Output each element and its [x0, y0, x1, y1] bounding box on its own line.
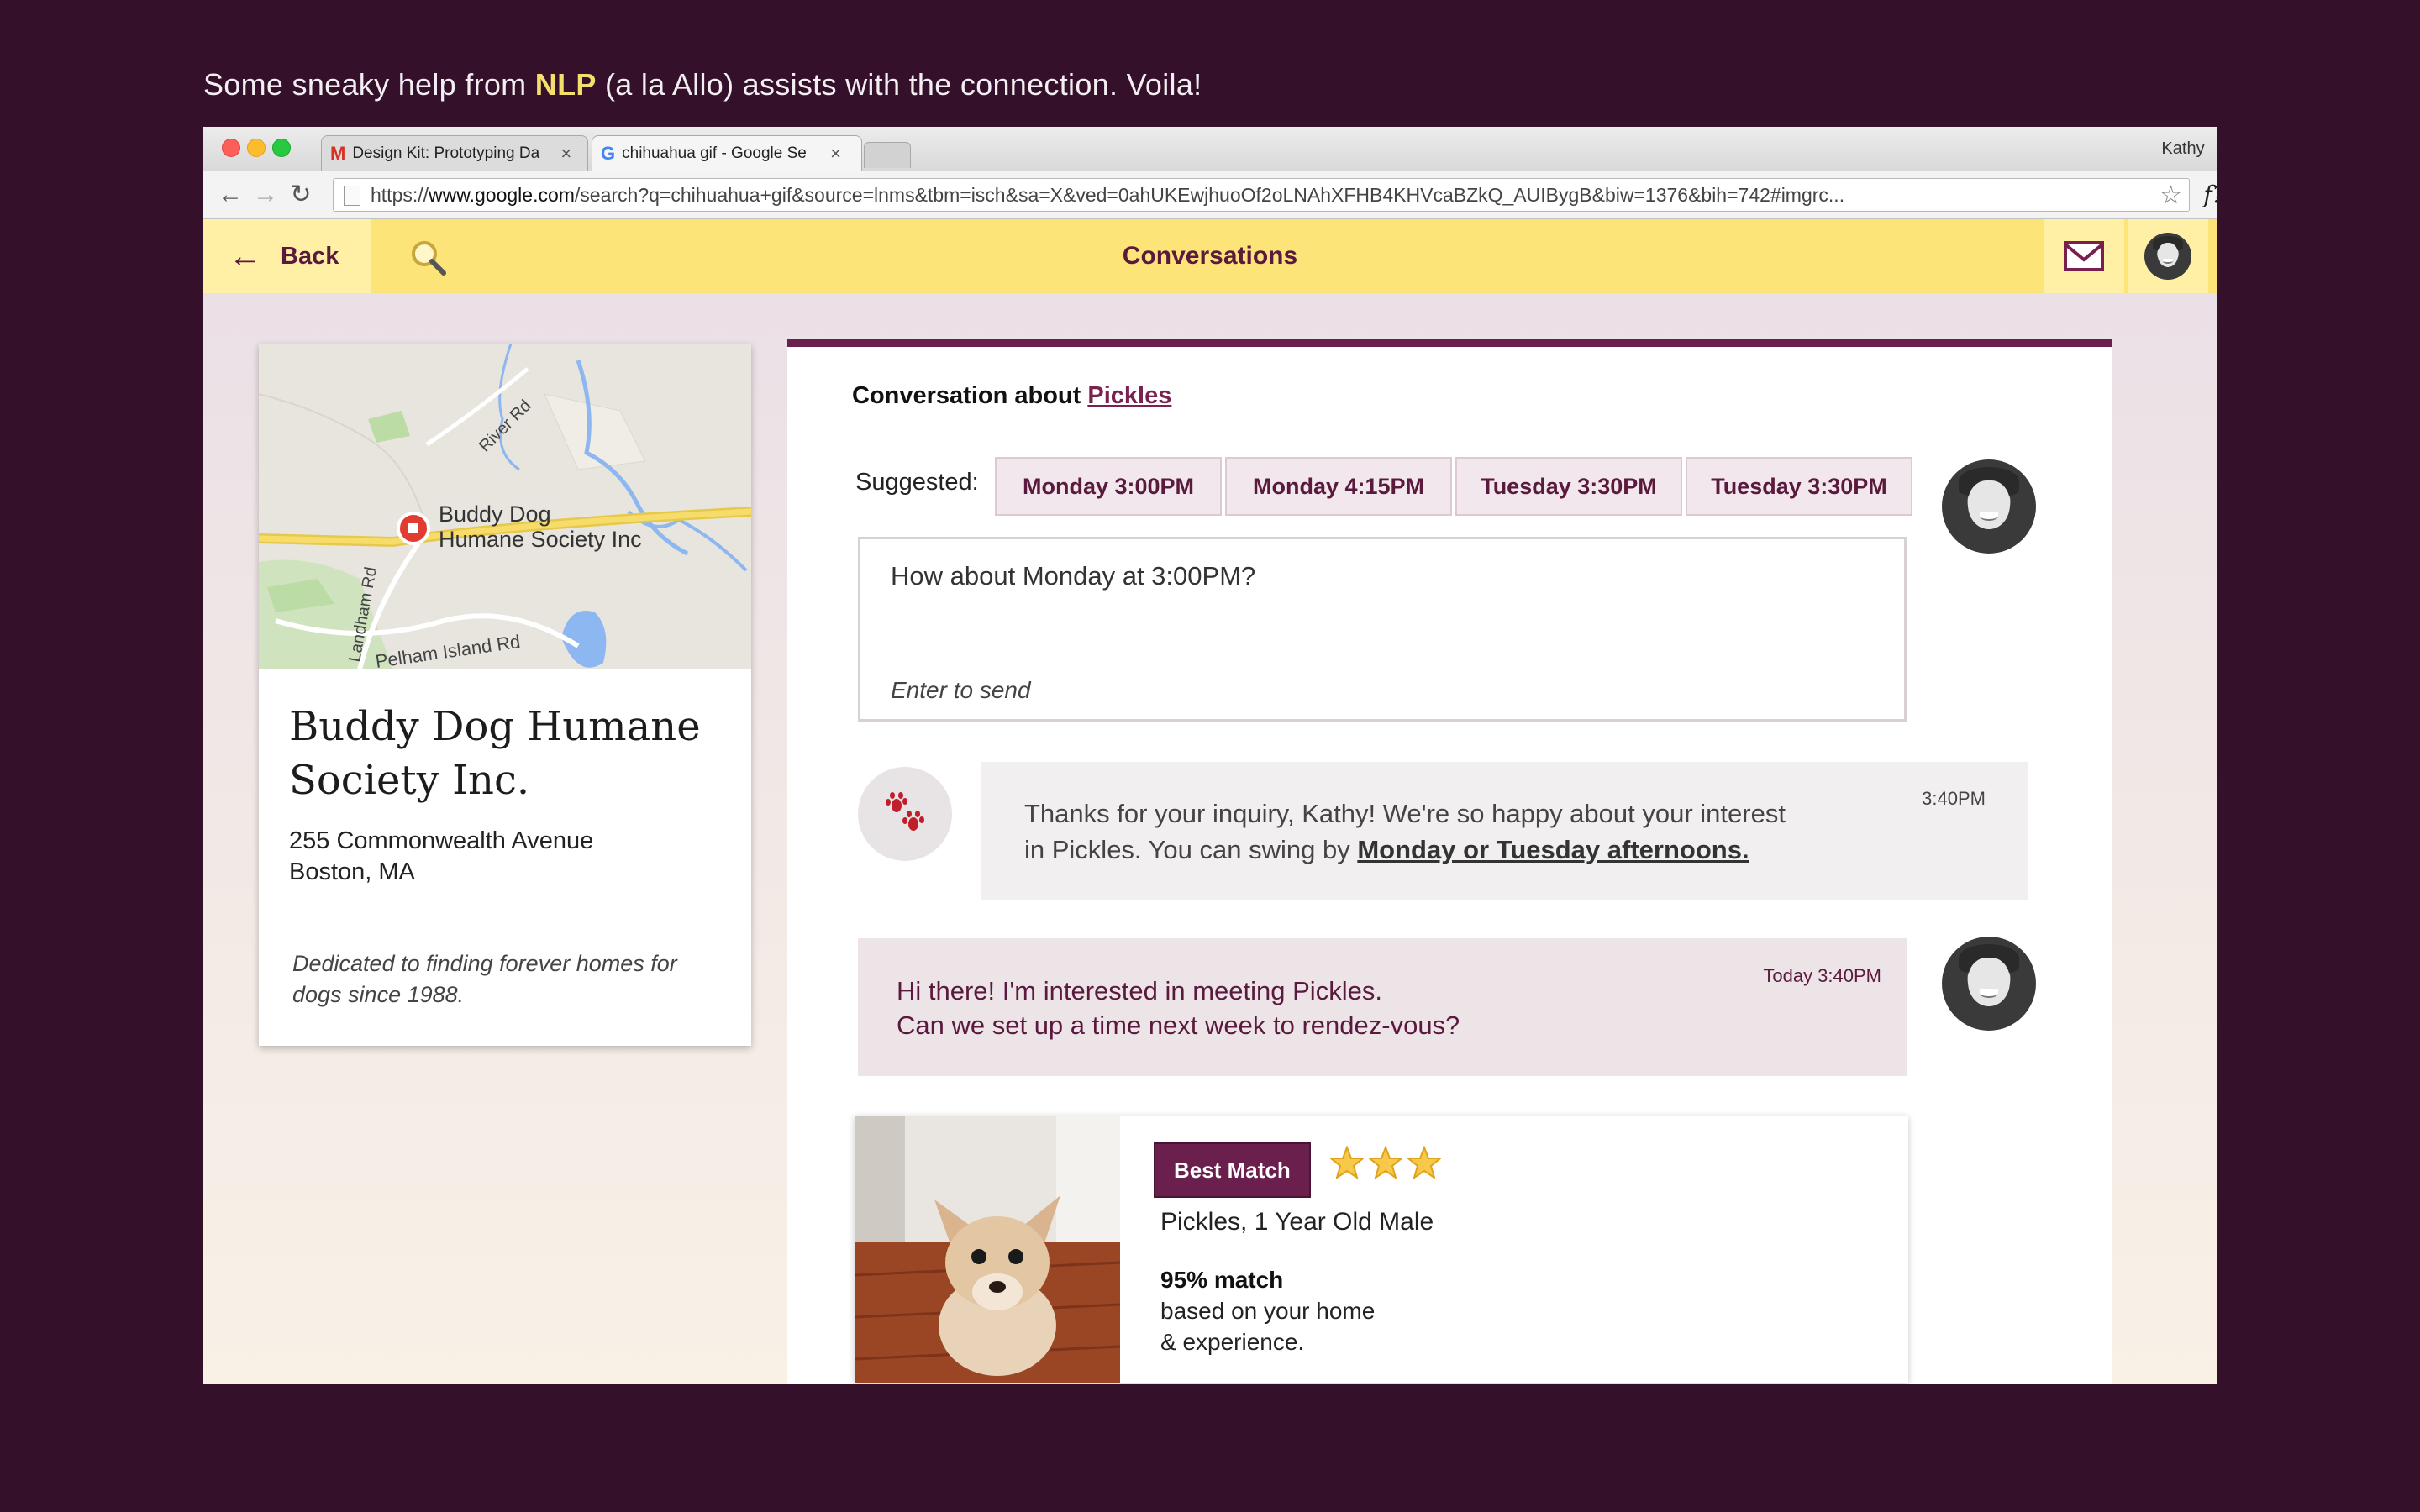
- address-city: Boston, MA: [289, 858, 415, 885]
- url-path: /search?q=chihuahua+gif&source=lnms&tbm=…: [574, 183, 1845, 206]
- organization-card: Buddy Dog Humane Society Inc River Rd La…: [259, 344, 751, 1046]
- message-timestamp: 3:40PM: [1922, 788, 1986, 809]
- availability-link[interactable]: Monday or Tuesday afternoons.: [1357, 835, 1749, 864]
- user-avatar: [1942, 937, 2036, 1031]
- conversation-title-prefix: Conversation about: [852, 382, 1088, 409]
- message-composer[interactable]: How about Monday at 3:00PM? Enter to sen…: [858, 537, 1907, 722]
- close-tab-icon[interactable]: ×: [830, 143, 841, 165]
- suggestion-chip[interactable]: Monday 3:00PM: [995, 457, 1222, 516]
- zoom-window-button[interactable]: [272, 139, 291, 157]
- shelter-message: 3:40PM Thanks for your inquiry, Kathy! W…: [981, 762, 2028, 900]
- match-description: & experience.: [1160, 1329, 1305, 1355]
- main-content: Buddy Dog Humane Society Inc River Rd La…: [203, 293, 2217, 1384]
- reload-icon[interactable]: ↻: [286, 180, 316, 210]
- close-window-button[interactable]: [222, 139, 240, 157]
- slide-caption: Some sneaky help from NLP (a la Allo) as…: [203, 67, 1202, 102]
- composer-input-text[interactable]: How about Monday at 3:00PM?: [891, 561, 1255, 591]
- tab-strip: M Design Kit: Prototyping Da × G chihuah…: [203, 127, 2217, 171]
- star-icon: [1369, 1146, 1402, 1179]
- app-header: ← Back Conversations: [203, 219, 2217, 293]
- user-avatar: [1942, 459, 2036, 554]
- browser-tab-google[interactable]: G chihuahua gif - Google Se ×: [592, 135, 862, 171]
- organization-tagline: Dedicated to finding forever homes for d…: [292, 951, 677, 1007]
- gmail-icon: M: [330, 142, 346, 164]
- shelter-avatar: [858, 767, 952, 861]
- suggestion-chip[interactable]: Tuesday 3:30PM: [1455, 457, 1682, 516]
- minimize-window-button[interactable]: [247, 139, 266, 157]
- page-icon: [344, 186, 360, 206]
- conversation-panel: Conversation about Pickles Suggested: Mo…: [787, 339, 2112, 1384]
- pet-link[interactable]: Pickles: [1087, 382, 1171, 409]
- profile-button[interactable]: Kathy: [2149, 127, 2217, 171]
- map-marker-label: Humane Society Inc: [439, 527, 642, 552]
- organization-name: Buddy Dog Humane Society Inc.: [289, 703, 701, 804]
- tab-title: Design Kit: Prototyping Da: [352, 144, 540, 162]
- message-text-line: Thanks for your inquiry, Kathy! We're so…: [1024, 799, 1786, 828]
- pet-match-card[interactable]: Best Match Pickles, 1 Year Old Male 95% …: [855, 1116, 1908, 1383]
- url-scheme: https://: [371, 183, 429, 206]
- new-tab-button[interactable]: [864, 142, 911, 168]
- browser-window: M Design Kit: Prototyping Da × G chihuah…: [203, 127, 2217, 1384]
- suggestion-chip[interactable]: Monday 4:15PM: [1225, 457, 1452, 516]
- location-map[interactable]: Buddy Dog Humane Society Inc River Rd La…: [259, 344, 751, 669]
- star-icon: [1330, 1146, 1364, 1179]
- best-match-badge: Best Match: [1154, 1142, 1311, 1198]
- browser-toolbar: ← → ↻ https://www.google.com/search?q=ch…: [203, 171, 2217, 219]
- browser-tab-gmail[interactable]: M Design Kit: Prototyping Da ×: [321, 135, 588, 171]
- star-icon: [1407, 1146, 1441, 1179]
- message-text-line: Hi there! I'm interested in meeting Pick…: [897, 976, 1382, 1005]
- forward-arrow-icon[interactable]: →: [250, 180, 281, 210]
- caption-prefix: Some sneaky help from: [203, 67, 535, 102]
- url-domain: www.google.com: [429, 183, 575, 206]
- user-message: Today 3:40PM Hi there! I'm interested in…: [858, 938, 1907, 1076]
- composer-hint: Enter to send: [891, 677, 1031, 703]
- message-timestamp: Today 3:40PM: [1763, 965, 1881, 986]
- font-finder-icon[interactable]: f?: [2198, 180, 2217, 210]
- match-percent: 95% match: [1160, 1267, 1284, 1293]
- page-title: Conversations: [1122, 242, 1298, 270]
- suggestion-chip[interactable]: Tuesday 3:30PM: [1686, 457, 1912, 516]
- address-bar[interactable]: https://www.google.com/search?q=chihuahu…: [333, 178, 2190, 212]
- mail-button[interactable]: [2044, 219, 2124, 293]
- close-tab-icon[interactable]: ×: [560, 143, 571, 165]
- match-description: based on your home: [1160, 1298, 1376, 1324]
- map-marker-label: Buddy Dog: [439, 501, 551, 527]
- paw-icon: [886, 792, 924, 831]
- message-text-line: in Pickles. You can swing by Monday or T…: [1024, 832, 1984, 868]
- bookmark-star-icon[interactable]: ☆: [2154, 181, 2182, 210]
- avatar: [2144, 233, 2191, 280]
- conversation-title: Conversation about Pickles: [852, 382, 1171, 410]
- caption-suffix: (a la Allo) assists with the connection.…: [596, 67, 1202, 102]
- tab-title: chihuahua gif - Google Se: [622, 144, 807, 162]
- address-line: 255 Commonwealth Avenue: [289, 827, 594, 854]
- user-avatar-button[interactable]: [2128, 219, 2208, 293]
- match-rating: [1330, 1146, 1441, 1179]
- mail-icon: [2064, 241, 2104, 271]
- suggested-label: Suggested:: [855, 469, 979, 496]
- dog-photo: [855, 1116, 1120, 1383]
- pet-summary: Pickles, 1 Year Old Male: [1160, 1208, 1434, 1236]
- google-icon: G: [601, 142, 616, 164]
- message-text: in Pickles. You can swing by: [1024, 835, 1358, 864]
- back-arrow-icon[interactable]: ←: [215, 180, 245, 210]
- caption-highlight: NLP: [534, 67, 597, 102]
- message-text-line: Can we set up a time next week to rendez…: [897, 1011, 1460, 1040]
